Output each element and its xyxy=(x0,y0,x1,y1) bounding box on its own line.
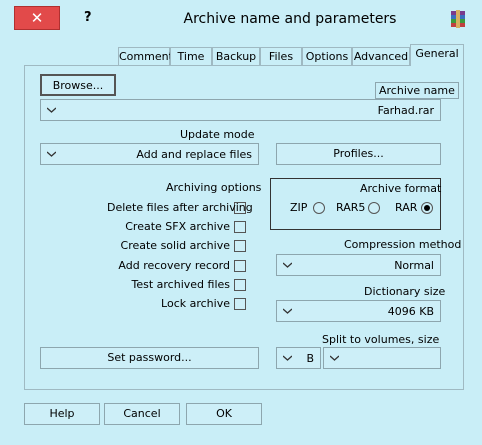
winrar-icon xyxy=(451,10,465,28)
archive-format-label: Archive format xyxy=(360,182,442,195)
cancel-button[interactable]: Cancel xyxy=(104,403,180,425)
title-bar: ✕ ? Archive name and parameters xyxy=(0,0,482,36)
update-mode-combo[interactable]: Add and replace files xyxy=(40,143,259,165)
chevron-down-icon xyxy=(47,151,56,157)
archive-name-combo[interactable]: Farhad.rar xyxy=(40,99,441,121)
split-unit-value: B xyxy=(306,352,314,365)
archive-name-label: Archive name xyxy=(375,82,459,99)
rar-radio[interactable] xyxy=(421,202,433,214)
tab-backup[interactable]: Backup xyxy=(212,47,260,65)
compression-method-value: Normal xyxy=(394,259,434,272)
zip-radio[interactable] xyxy=(313,202,325,214)
create-solid-checkbox[interactable] xyxy=(234,240,246,252)
compression-method-combo[interactable]: Normal xyxy=(276,254,441,276)
window-title: Archive name and parameters xyxy=(183,11,397,27)
lock-archive-label: Lock archive xyxy=(161,297,230,310)
tab-options[interactable]: Options xyxy=(302,47,352,65)
help-mark-button[interactable]: ? xyxy=(84,10,92,25)
close-button[interactable]: ✕ xyxy=(14,6,60,30)
zip-label: ZIP xyxy=(290,201,308,214)
test-files-checkbox[interactable] xyxy=(234,279,246,291)
archiving-options-label: Archiving options xyxy=(166,181,262,194)
rar5-label: RAR5 xyxy=(336,201,366,214)
rar5-radio[interactable] xyxy=(368,202,380,214)
recovery-record-label: Add recovery record xyxy=(118,259,230,272)
tab-time[interactable]: Time xyxy=(170,47,212,65)
compression-method-label: Compression method xyxy=(344,238,462,251)
update-mode-label: Update mode xyxy=(180,128,255,141)
split-unit-combo[interactable]: B xyxy=(276,347,321,369)
create-sfx-label: Create SFX archive xyxy=(125,220,230,233)
tab-comment[interactable]: Comment xyxy=(118,47,173,65)
chevron-down-icon xyxy=(283,308,292,314)
help-button[interactable]: Help xyxy=(24,403,100,425)
set-password-button[interactable]: Set password... xyxy=(40,347,259,369)
radio-selected-dot xyxy=(424,205,430,211)
update-mode-value: Add and replace files xyxy=(136,148,252,161)
chevron-down-icon xyxy=(283,262,292,268)
browse-button[interactable]: Browse... xyxy=(40,74,116,96)
recovery-record-checkbox[interactable] xyxy=(234,260,246,272)
create-sfx-checkbox[interactable] xyxy=(234,221,246,233)
dictionary-size-value: 4096 KB xyxy=(387,305,434,318)
chevron-down-icon xyxy=(47,107,56,113)
tab-advanced[interactable]: Advanced xyxy=(352,47,410,65)
archive-name-value: Farhad.rar xyxy=(377,104,434,117)
ok-button[interactable]: OK xyxy=(186,403,262,425)
test-files-label: Test archived files xyxy=(131,278,231,291)
rar-label: RAR xyxy=(395,201,418,214)
chevron-down-icon xyxy=(330,355,339,361)
chevron-down-icon xyxy=(283,355,292,361)
profiles-button[interactable]: Profiles... xyxy=(276,143,441,165)
lock-archive-checkbox[interactable] xyxy=(234,298,246,310)
dictionary-size-label: Dictionary size xyxy=(364,285,446,298)
split-volumes-label: Split to volumes, size xyxy=(322,333,440,346)
dictionary-size-combo[interactable]: 4096 KB xyxy=(276,300,441,322)
delete-files-label: Delete files after archiving xyxy=(107,201,253,214)
split-size-combo[interactable] xyxy=(323,347,441,369)
tab-general[interactable]: General xyxy=(410,44,464,66)
create-solid-label: Create solid archive xyxy=(120,239,230,252)
tab-files[interactable]: Files xyxy=(260,47,302,65)
